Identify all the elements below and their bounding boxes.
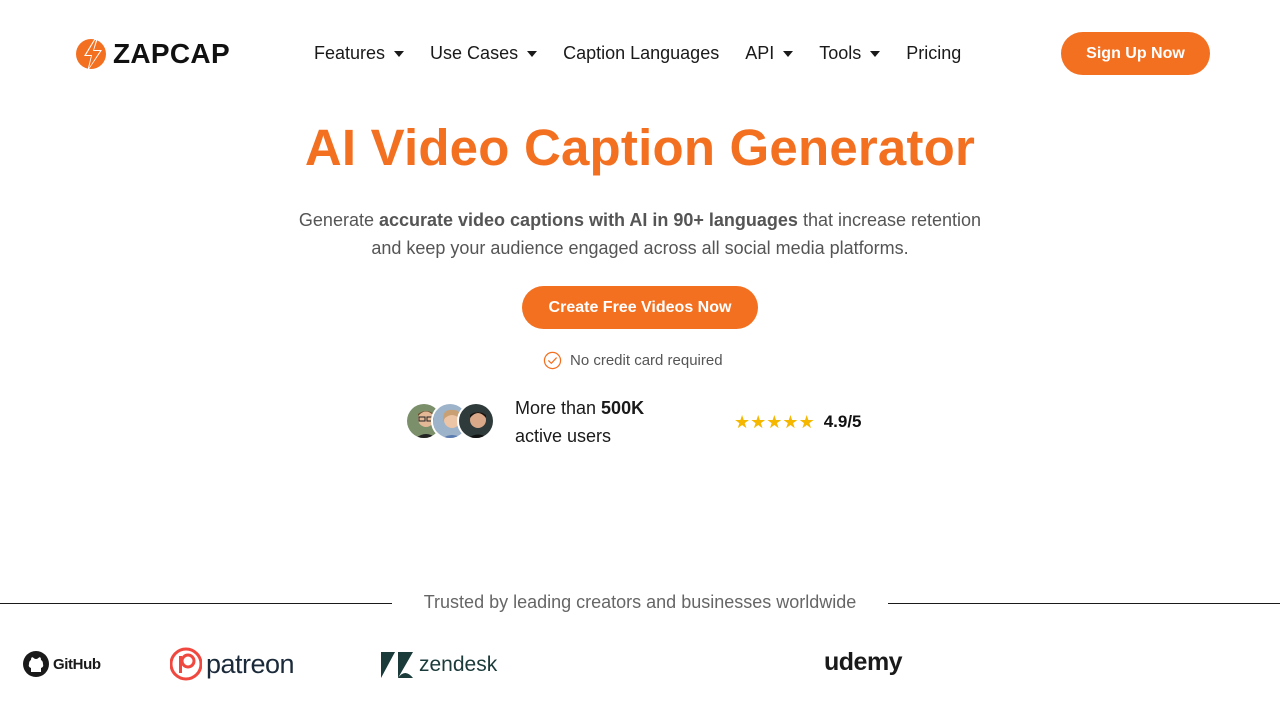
divider — [888, 603, 1280, 604]
user-avatars — [405, 402, 497, 442]
nav-item-label: Caption Languages — [563, 42, 720, 63]
brand-name: udemy — [824, 648, 903, 676]
divider — [0, 603, 392, 604]
nav-item-tools[interactable]: Tools — [819, 42, 881, 64]
person-icon — [459, 404, 493, 438]
subtitle-highlight: accurate video captions with AI in 90+ l… — [378, 210, 798, 230]
udemy-logo: udemy — [824, 648, 903, 677]
patreon-icon — [170, 647, 202, 681]
subtitle-text: Generate — [298, 210, 379, 230]
create-free-videos-button[interactable]: Create Free Videos Now — [522, 286, 758, 329]
users-text: active users — [515, 426, 612, 446]
chevron-down-icon — [783, 51, 794, 57]
chevron-down-icon — [527, 51, 538, 57]
main-nav: Features Use Cases Caption Languages API… — [314, 40, 987, 66]
nav-item-features[interactable]: Features — [314, 42, 405, 64]
zapcap-bolt-icon — [76, 38, 106, 72]
nav-item-label: Use Cases — [430, 42, 519, 63]
nav-item-label: Tools — [819, 42, 862, 63]
users-text: More than — [515, 398, 602, 418]
nav-item-use-cases[interactable]: Use Cases — [430, 42, 538, 64]
chevron-down-icon — [870, 51, 881, 57]
star-icon: ★ — [798, 412, 815, 432]
nav-item-api[interactable]: API — [745, 42, 794, 64]
nav-item-label: API — [745, 42, 775, 63]
github-logo: GitHub — [22, 650, 101, 678]
logo-text: ZAPCAP — [113, 38, 230, 69]
hero-subtitle: Generate accurate video captions with AI… — [290, 206, 990, 262]
chevron-down-icon — [394, 51, 405, 57]
star-icon: ★ — [782, 412, 799, 432]
brand-name: GitHub — [53, 655, 101, 673]
nav-item-label: Pricing — [906, 42, 962, 63]
zapcap-logo[interactable]: ZAPCAP — [75, 34, 230, 74]
star-icon: ★ — [750, 412, 767, 432]
zendesk-icon — [381, 652, 413, 678]
avatar — [457, 402, 495, 440]
patreon-logo: patreon — [170, 647, 295, 681]
hero-title: AI Video Caption Generator — [304, 119, 976, 176]
rating: ★ ★ ★ ★ ★ 4.9/5 — [734, 411, 862, 433]
site-header: ZAPCAP Features Use Cases Caption Langua… — [0, 0, 1280, 106]
zendesk-logo: zendesk — [380, 651, 497, 679]
star-icon: ★ — [734, 412, 751, 432]
github-icon — [23, 651, 49, 677]
nav-item-caption-languages[interactable]: Caption Languages — [563, 43, 719, 64]
trusted-by-text: Trusted by leading creators and business… — [423, 592, 857, 612]
sign-up-button[interactable]: Sign Up Now — [1061, 32, 1210, 75]
note-text: No credit card required — [570, 351, 723, 369]
star-icon: ★ — [766, 412, 783, 432]
nav-item-pricing[interactable]: Pricing — [906, 43, 961, 64]
active-users-text: More than 500K active users — [515, 394, 644, 450]
nav-item-label: Features — [314, 42, 386, 63]
check-circle-icon — [543, 351, 562, 369]
brand-name: zendesk — [419, 653, 498, 676]
brand-name: patreon — [206, 648, 295, 679]
users-count: 500K — [601, 398, 645, 418]
no-credit-card-note: No credit card required — [543, 350, 723, 370]
rating-value: 4.9/5 — [823, 412, 862, 431]
